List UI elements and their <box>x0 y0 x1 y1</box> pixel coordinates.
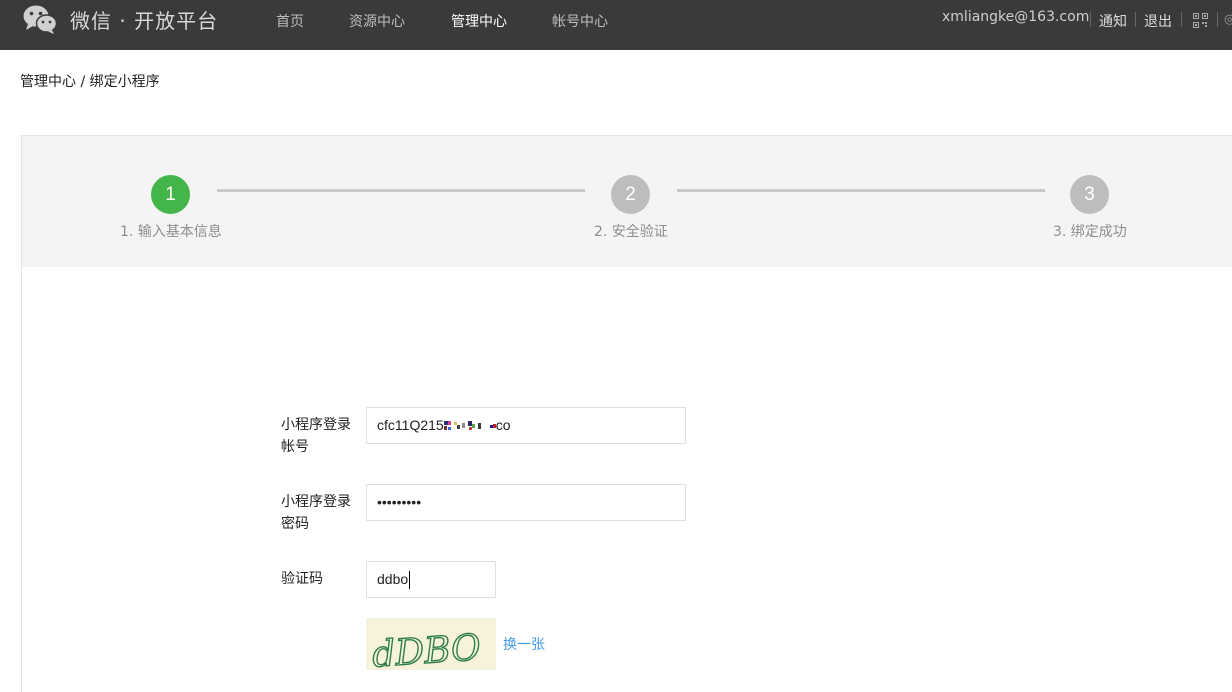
account-value-prefix: cfc11 <box>377 417 410 433</box>
account-label-line1: 小程序登录 <box>281 417 351 433</box>
account-label: 小程序登录 帐号 <box>281 414 351 458</box>
settings-icon[interactable]: ◎ <box>1224 12 1232 27</box>
captcha-input[interactable]: ddbo <box>366 561 496 598</box>
step-3-circle: 3 <box>1070 175 1109 214</box>
account-label-line2: 帐号 <box>281 439 309 455</box>
password-label-line2: 密码 <box>281 516 309 532</box>
divider <box>1217 12 1218 27</box>
captcha-drawing: dDBO <box>370 627 483 670</box>
step-connector <box>677 189 1045 192</box>
divider <box>1090 12 1091 27</box>
divider <box>1181 12 1182 27</box>
platform-brand-title[interactable]: 微信 · 开放平台 <box>70 5 218 34</box>
captcha-text: dDBO <box>371 627 482 670</box>
refresh-captcha-link[interactable]: 换一张 <box>503 634 545 654</box>
wechat-logo-icon[interactable] <box>22 3 58 35</box>
step-1-label: 1. 输入基本信息 <box>120 224 222 240</box>
text-caret <box>409 571 411 590</box>
user-email[interactable]: xmliangke@163.com <box>942 9 1089 25</box>
captcha-input-value: ddbo <box>377 571 409 587</box>
top-navigation-bar: 微信 · 开放平台 首页 资源中心 管理中心 帐号中心 xmliangke@16… <box>0 0 1232 50</box>
step-2-circle: 2 <box>611 175 650 214</box>
account-value-mid: Q215 <box>409 417 444 433</box>
account-input[interactable]: cfc11Q215 co <box>366 407 686 444</box>
step-2-label: 2. 安全验证 <box>594 224 668 240</box>
nav-resource-center[interactable]: 资源中心 <box>349 11 405 31</box>
password-input[interactable]: ••••••••• <box>366 484 686 521</box>
captcha-image[interactable]: dDBO <box>366 618 496 670</box>
logout-link[interactable]: 退出 <box>1144 11 1172 31</box>
captcha-label: 验证码 <box>281 571 323 587</box>
nav-home[interactable]: 首页 <box>276 11 304 31</box>
notify-link[interactable]: 通知 <box>1099 11 1127 31</box>
redacted-pixels <box>443 421 496 431</box>
password-label: 小程序登录 密码 <box>281 491 351 535</box>
qr-code-icon[interactable] <box>1193 13 1208 28</box>
nav-account-center[interactable]: 帐号中心 <box>552 11 608 31</box>
password-label-line1: 小程序登录 <box>281 494 351 510</box>
step-1-circle: 1 <box>151 175 190 214</box>
progress-steps: 1 2 3 1. 输入基本信息 2. 安全验证 3. 绑定成功 <box>22 136 1232 267</box>
step-connector <box>217 189 585 192</box>
step-3-label: 3. 绑定成功 <box>1053 224 1127 240</box>
nav-management-center[interactable]: 管理中心 <box>451 11 507 31</box>
breadcrumb: 管理中心 / 绑定小程序 <box>20 74 160 90</box>
divider <box>1135 12 1136 27</box>
account-value-suffix: co <box>495 417 511 433</box>
